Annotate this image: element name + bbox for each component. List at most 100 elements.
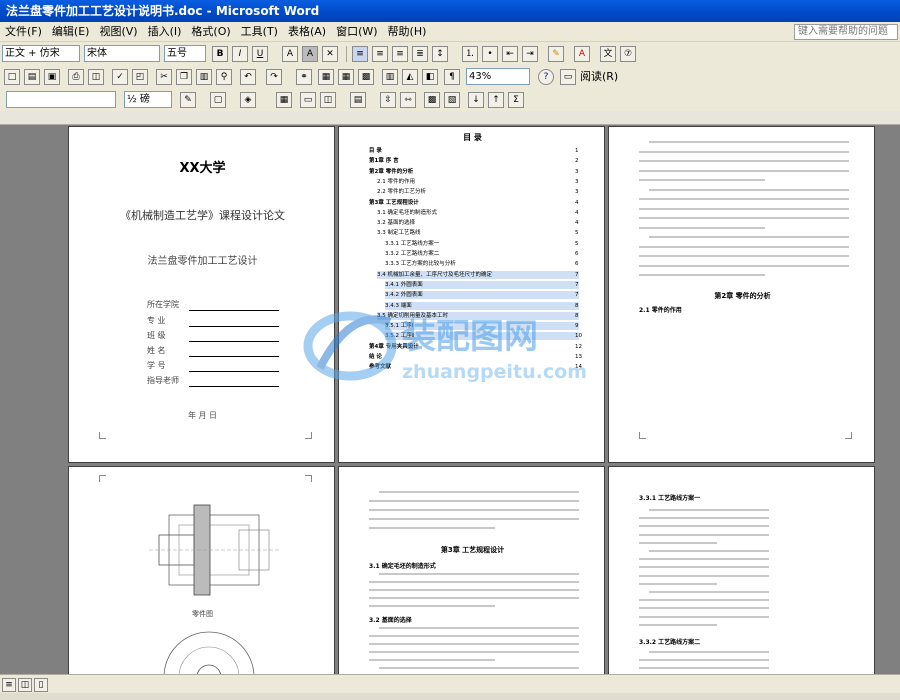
paste-icon[interactable]: ▥ (196, 69, 212, 85)
format-painter-icon[interactable]: ⚲ (216, 69, 232, 85)
style-select[interactable]: 正文 + 仿宋 (2, 45, 80, 62)
toc-entry[interactable]: 2.1 零件的作用 (377, 178, 579, 186)
help-search-input[interactable]: 键入需要帮助的问题 (794, 24, 898, 40)
toc-entry[interactable]: 2.2 零件的工艺分析 (377, 188, 579, 196)
toc-entry[interactable]: 结 论 (369, 353, 579, 361)
menu-insert[interactable]: 插入(I) (143, 22, 187, 41)
open-icon[interactable]: ▤ (24, 69, 40, 85)
align-cell-icon[interactable]: ▤ (350, 92, 366, 108)
read-button-label[interactable]: 阅读(R) (580, 68, 618, 85)
justify-icon[interactable]: ≣ (412, 46, 428, 62)
line-style-select[interactable] (6, 91, 116, 108)
autosum-icon[interactable]: Σ (508, 92, 524, 108)
sort-ascending-icon[interactable]: ↓ (468, 92, 484, 108)
bold-button[interactable]: B (212, 46, 228, 62)
menu-edit[interactable]: 编辑(E) (47, 22, 95, 41)
toc-entry[interactable]: 目 录 (369, 147, 579, 155)
underline-button[interactable]: U (252, 46, 268, 62)
distribute-rows-icon[interactable]: ⇳ (380, 92, 396, 108)
toc-entry[interactable]: 3.5.1 工序Ⅰ (385, 322, 579, 331)
sort-descending-icon[interactable]: ↑ (488, 92, 504, 108)
toc-entry[interactable]: 3.5 确定切削用量及基本工时 (377, 311, 579, 320)
split-cells-icon[interactable]: ◫ (320, 92, 336, 108)
columns-icon[interactable]: ▥ (382, 69, 398, 85)
toc-entry[interactable]: 3.3.3 工艺方案的比较与分析 (385, 260, 579, 268)
new-icon[interactable]: □ (4, 69, 20, 85)
toc-entry[interactable]: 第1章 序 言 (369, 157, 579, 165)
research-icon[interactable]: ◰ (132, 69, 148, 85)
border-color-icon[interactable]: ✎ (180, 92, 196, 108)
menu-tools[interactable]: 工具(T) (236, 22, 283, 41)
toc-entry[interactable]: 3.1 确定毛坯的制造形式 (377, 209, 579, 217)
page-cover[interactable]: XX大学 《机械制造工艺学》课程设计论文 法兰盘零件加工工艺设计 所在学院 专 … (68, 126, 335, 463)
menu-table[interactable]: 表格(A) (283, 22, 331, 41)
font-color-icon[interactable]: A (574, 46, 590, 62)
menu-window[interactable]: 窗口(W) (331, 22, 382, 41)
toc-entry[interactable]: 3.5.2 工序Ⅱ (385, 332, 579, 341)
outside-border-icon[interactable]: ▢ (210, 92, 226, 108)
toc-entry[interactable]: 第4章 专用夹具设计 (369, 343, 579, 351)
save-icon[interactable]: ▣ (44, 69, 60, 85)
char-scale-icon[interactable]: ✕ (322, 46, 338, 62)
char-border-button[interactable]: A (282, 46, 298, 62)
line-weight-select[interactable]: ½ 磅 (124, 91, 172, 108)
decrease-indent-icon[interactable]: ⇤ (502, 46, 518, 62)
cut-icon[interactable]: ✂ (156, 69, 172, 85)
phonetic-icon[interactable]: 文 (600, 46, 616, 62)
hyperlink-icon[interactable]: ⚭ (296, 69, 312, 85)
redo-icon[interactable]: ↷ (266, 69, 282, 85)
toc-entry[interactable]: 3.3.2 工艺路线方案二 (385, 250, 579, 258)
drawing-icon[interactable]: ◭ (402, 69, 418, 85)
toc-entry[interactable]: 3.4.2 外圆表面 (385, 291, 579, 300)
excel-icon[interactable]: ▩ (358, 69, 374, 85)
merge-cells-icon[interactable]: ▭ (300, 92, 316, 108)
read-icon[interactable]: ▭ (560, 69, 576, 85)
toc-entry[interactable]: 3.4.1 外圆表面 (385, 280, 579, 289)
char-shading-button[interactable]: A (302, 46, 318, 62)
toc-entry[interactable]: 3.2 基面的选择 (377, 219, 579, 227)
increase-indent-icon[interactable]: ⇥ (522, 46, 538, 62)
toc-entry[interactable]: 3.3 制定工艺路线 (377, 229, 579, 237)
help-icon[interactable]: ? (538, 69, 554, 85)
font-select[interactable]: 宋体 (84, 45, 160, 62)
menu-help[interactable]: 帮助(H) (383, 22, 432, 41)
page-chapter-2[interactable]: 第2章 零件的分析 2.1 零件的作用 (608, 126, 875, 463)
page-chapter-3[interactable]: 第3章 工艺规程设计 3.1 确定毛坯的制造形式 3.2 基面的选择 (338, 466, 605, 674)
highlight-icon[interactable]: ✎ (548, 46, 564, 62)
toc-entry[interactable]: 参考文献 (369, 363, 579, 371)
align-right-icon[interactable]: ≡ (392, 46, 408, 62)
web-view-icon[interactable]: ◫ (18, 678, 32, 692)
page-toc[interactable]: 目 录 目 录 1 第1章 序 言 2 第2章 零件的分析 3 2.1 零件的作用 3 2.2 … (338, 126, 605, 463)
page-drawing[interactable]: 零件图 (68, 466, 335, 674)
toc-entry[interactable]: 3.3.1 工艺路线方案一 (385, 240, 579, 248)
font-size-select[interactable]: 五号 (164, 45, 206, 62)
numbering-icon[interactable]: ⒈ (462, 46, 478, 62)
toc-entry[interactable]: 3.4 机械加工余量、工序尺寸及毛坯尺寸的确定 (377, 270, 579, 279)
insert-table-icon[interactable]: ▦ (338, 69, 354, 85)
enclose-char-icon[interactable]: ⑦ (620, 46, 636, 62)
insert-table-2-icon[interactable]: ▦ (276, 92, 292, 108)
undo-icon[interactable]: ↶ (240, 69, 256, 85)
line-spacing-icon[interactable]: ↕ (432, 46, 448, 62)
italic-button[interactable]: I (232, 46, 248, 62)
toc-entry[interactable]: 第2章 零件的分析 (369, 168, 579, 176)
spelling-icon[interactable]: ✓ (112, 69, 128, 85)
distribute-cols-icon[interactable]: ⇿ (400, 92, 416, 108)
print-view-icon[interactable]: ▯ (34, 678, 48, 692)
show-hide-icon[interactable]: ¶ (444, 69, 460, 85)
normal-view-icon[interactable]: ≡ (2, 678, 16, 692)
toc-entry[interactable]: 3.4.3 端面 (385, 301, 579, 310)
zoom-select[interactable]: 43% (466, 68, 530, 85)
align-left-icon[interactable]: ≡ (352, 46, 368, 62)
document-map-icon[interactable]: ◧ (422, 69, 438, 85)
autofit-icon[interactable]: ▧ (444, 92, 460, 108)
menu-view[interactable]: 视图(V) (94, 22, 142, 41)
bullets-icon[interactable]: • (482, 46, 498, 62)
menu-file[interactable]: 文件(F) (0, 22, 47, 41)
toc-entry[interactable]: 第3章 工艺规程设计 (369, 199, 579, 207)
print-icon[interactable]: ⎙ (68, 69, 84, 85)
copy-icon[interactable]: ❐ (176, 69, 192, 85)
align-center-icon[interactable]: ≡ (372, 46, 388, 62)
tables-borders-icon[interactable]: ▦ (318, 69, 334, 85)
menu-format[interactable]: 格式(O) (186, 22, 235, 41)
